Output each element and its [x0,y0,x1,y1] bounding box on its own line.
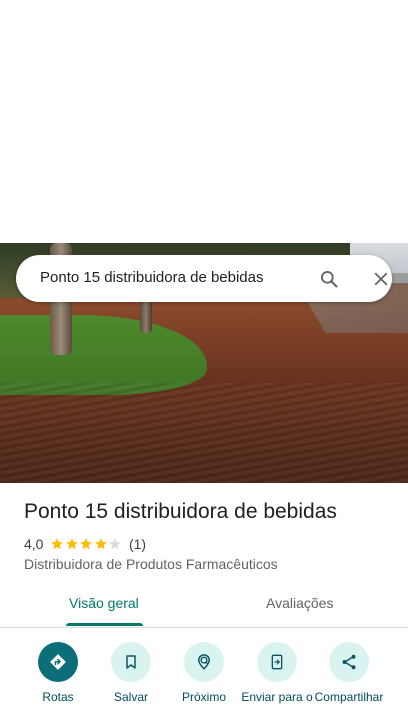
rating-value: 4,0 [24,536,44,552]
nearby-label: Próximo [181,690,226,704]
rating-stars [50,537,123,551]
place-title: Ponto 15 distribuidora de bebidas [24,500,337,523]
tab-reviews[interactable]: Avaliações [266,595,333,611]
search-icon[interactable] [314,264,344,294]
send-to-phone-label: Enviar para o [241,690,313,704]
directions-icon [38,642,78,682]
send-to-phone-button[interactable]: Enviar para o [237,642,317,704]
action-bar: Rotas Salvar Próximo Enviar para o Compa… [0,630,408,726]
photo-dirt [0,383,408,483]
save-button[interactable]: Salvar [91,642,171,704]
star-icon [80,538,93,550]
star-empty-icon [109,538,122,550]
close-icon[interactable] [366,264,396,294]
nearby-icon [184,642,224,682]
share-icon [329,642,369,682]
search-bar[interactable]: Ponto 15 distribuidora de bebidas [16,255,392,302]
nearby-button[interactable]: Próximo [164,642,244,704]
share-button[interactable]: Compartilhar [309,642,389,704]
directions-button[interactable]: Rotas [18,642,98,704]
rating-row[interactable]: 4,0 (1) [24,535,146,553]
star-icon [51,538,64,550]
bookmark-icon [111,642,151,682]
blank-area [0,0,408,243]
tab-overview[interactable]: Visão geral [69,595,139,611]
save-label: Salvar [113,690,148,704]
directions-label: Rotas [42,690,74,704]
send-to-phone-icon [257,642,297,682]
star-icon [66,538,78,550]
review-count: (1) [128,536,147,552]
star-icon [95,538,107,550]
search-query[interactable]: Ponto 15 distribuidora de bebidas [40,269,264,286]
share-label: Compartilhar [314,690,384,704]
tab-selected-indicator [66,623,143,626]
tab-bar: Visão geral Avaliações [0,585,408,628]
place-category: Distribuidora de Produtos Farmacêuticos [24,556,278,572]
